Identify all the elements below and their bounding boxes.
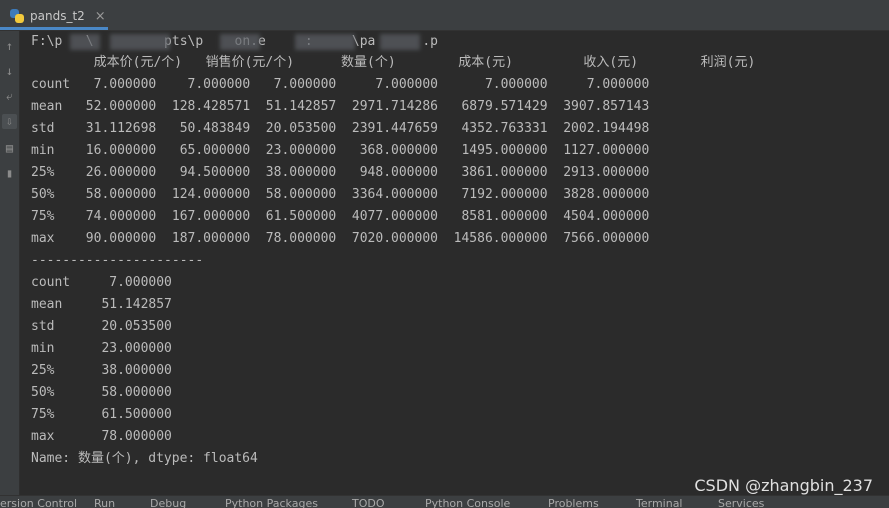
python-packages-tab[interactable]: Python Packages xyxy=(225,497,318,508)
series-footer: Name: 数量(个), dtype: float64 xyxy=(31,451,258,466)
run-toolbar-gutter: ↑ ↓ ⤶ ⇩ ▤ ▮ xyxy=(0,31,20,495)
table-row: 25% 26.000000 94.500000 38.000000 948.00… xyxy=(31,165,650,180)
list-item: min 23.000000 xyxy=(31,341,172,356)
print-icon[interactable]: ▤ xyxy=(2,141,17,156)
python-icon xyxy=(10,9,24,23)
table-row: min 16.000000 65.000000 23.000000 368.00… xyxy=(31,143,650,158)
run-tab[interactable]: Run xyxy=(94,497,115,508)
tab-pands-t2[interactable]: pands_t2 × xyxy=(0,5,108,30)
list-item: 50% 58.000000 xyxy=(31,385,172,400)
redaction-blur xyxy=(380,34,420,50)
list-item: max 78.000000 xyxy=(31,429,172,444)
csdn-watermark: CSDN @zhangbin_237 xyxy=(694,476,873,495)
bottom-tool-window-bar: ersion Control Run Debug Python Packages… xyxy=(0,495,889,508)
console-output[interactable]: F:\p \ pts\p on.e : \pa .p 成本价(元/个) 销售价(… xyxy=(20,31,889,495)
redaction-blur xyxy=(220,34,260,50)
tab-label: pands_t2 xyxy=(30,9,85,23)
terminal-tab[interactable]: Terminal xyxy=(636,497,683,508)
trash-icon[interactable]: ▮ xyxy=(2,166,17,181)
list-item: count 7.000000 xyxy=(31,275,172,290)
arrow-down-icon[interactable]: ↓ xyxy=(2,64,17,79)
services-tab[interactable]: Services xyxy=(718,497,764,508)
redaction-blur xyxy=(70,34,100,50)
separator-line: ---------------------- xyxy=(31,253,204,268)
run-tab-bar: pands_t2 × xyxy=(0,5,889,31)
scroll-to-end-icon[interactable]: ⇩ xyxy=(2,114,17,129)
table-row: mean 52.000000 128.428571 51.142857 2971… xyxy=(31,99,650,114)
debug-tab[interactable]: Debug xyxy=(150,497,186,508)
table-row: 75% 74.000000 167.000000 61.500000 4077.… xyxy=(31,209,650,224)
close-icon[interactable]: × xyxy=(95,9,106,24)
table-row: count 7.000000 7.000000 7.000000 7.00000… xyxy=(31,77,650,92)
table-row: 50% 58.000000 124.000000 58.000000 3364.… xyxy=(31,187,650,202)
python-console-tab[interactable]: Python Console xyxy=(425,497,510,508)
list-item: std 20.053500 xyxy=(31,319,172,334)
list-item: 75% 61.500000 xyxy=(31,407,172,422)
table-row: std 31.112698 50.483849 20.053500 2391.4… xyxy=(31,121,650,136)
version-control-tab[interactable]: ersion Control xyxy=(0,497,77,508)
list-item: 25% 38.000000 xyxy=(31,363,172,378)
describe-header: 成本价(元/个) 销售价(元/个) 数量(个) 成本(元) 收入(元) 利润(元… xyxy=(31,55,756,70)
table-row: max 90.000000 187.000000 78.000000 7020.… xyxy=(31,231,650,246)
redaction-blur xyxy=(110,34,170,50)
problems-tab[interactable]: Problems xyxy=(548,497,599,508)
redaction-blur xyxy=(295,34,355,50)
soft-wrap-icon[interactable]: ⤶ xyxy=(2,89,17,104)
todo-tab[interactable]: TODO xyxy=(352,497,385,508)
arrow-up-icon[interactable]: ↑ xyxy=(2,39,17,54)
list-item: mean 51.142857 xyxy=(31,297,172,312)
